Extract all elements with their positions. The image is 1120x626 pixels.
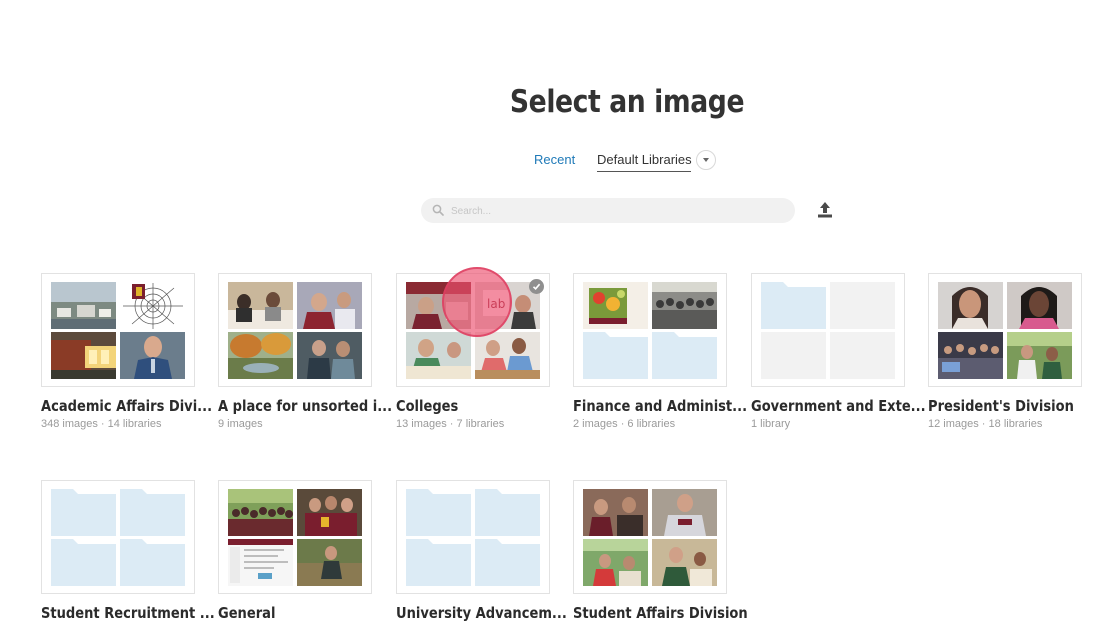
library-thumbnail[interactable] (928, 273, 1082, 387)
library-name: Colleges (396, 397, 459, 415)
thumbnail-image (938, 282, 1003, 329)
thumbnail-image (1007, 282, 1072, 329)
folder-placeholder (120, 489, 185, 536)
thumbnail-image (120, 282, 185, 329)
thumbnail-image (938, 332, 1003, 379)
library-thumbnail[interactable] (751, 273, 905, 387)
thumbnail-image (51, 282, 116, 329)
library-name: President's Division (928, 397, 1074, 415)
page-title: Select an image (509, 84, 745, 120)
library-thumbnail[interactable] (396, 480, 550, 594)
thumbnail-image (1007, 332, 1072, 379)
thumbnail-image (297, 539, 362, 586)
library-thumbnail[interactable] (218, 273, 372, 387)
checkmark-icon (529, 279, 544, 294)
library-thumbnail[interactable] (218, 480, 372, 594)
search-icon (432, 204, 444, 216)
library-meta: 1 library (751, 418, 791, 430)
folder-placeholder (761, 282, 826, 329)
thumbnail-image (51, 332, 116, 379)
library-dropdown-button[interactable] (696, 150, 716, 170)
upload-icon[interactable] (815, 200, 835, 220)
empty-placeholder (830, 332, 895, 379)
library-thumbnail[interactable] (573, 480, 727, 594)
library-thumbnail[interactable] (41, 480, 195, 594)
folder-placeholder (406, 489, 471, 536)
folder-placeholder (475, 489, 540, 536)
thumbnail-image (228, 539, 293, 586)
folder-placeholder (120, 539, 185, 586)
library-name: Student Recruitment ... (41, 604, 215, 622)
search-input[interactable] (449, 201, 783, 222)
thumbnail-image (652, 282, 717, 329)
library-name: Government and Exte... (751, 397, 926, 415)
thumbnail-image (583, 489, 648, 536)
thumbnail-image (297, 282, 362, 329)
library-name: A place for unsorted i... (218, 397, 393, 415)
library-meta: 13 images · 7 libraries (396, 418, 505, 430)
library-thumbnail[interactable] (573, 273, 727, 387)
thumbnail-image (228, 332, 293, 379)
tab-recent[interactable]: Recent (534, 152, 575, 167)
pointer-indicator (442, 267, 512, 337)
library-meta: 348 images · 14 libraries (41, 418, 162, 430)
search-bar (421, 198, 795, 223)
library-meta: 2 images · 6 libraries (573, 418, 676, 430)
thumbnail-image (652, 539, 717, 586)
thumbnail-image (583, 282, 648, 329)
folder-placeholder (583, 332, 648, 379)
library-name: University Advancem... (396, 604, 567, 622)
empty-placeholder (830, 282, 895, 329)
thumbnail-image (120, 332, 185, 379)
folder-placeholder (51, 489, 116, 536)
library-thumbnail[interactable] (41, 273, 195, 387)
empty-placeholder (761, 332, 826, 379)
library-meta: 9 images (218, 418, 263, 430)
folder-placeholder (475, 539, 540, 586)
library-name: Finance and Administ... (573, 397, 748, 415)
folder-placeholder (652, 332, 717, 379)
thumbnail-image (297, 332, 362, 379)
folder-placeholder (51, 539, 116, 586)
thumbnail-image (228, 282, 293, 329)
library-meta: 12 images · 18 libraries (928, 418, 1043, 430)
folder-placeholder (406, 539, 471, 586)
chevron-down-icon (703, 158, 709, 162)
thumbnail-image (297, 489, 362, 536)
tab-default-libraries[interactable]: Default Libraries (597, 152, 692, 172)
thumbnail-image (406, 332, 471, 379)
library-name: General (218, 604, 276, 622)
thumbnail-image (228, 489, 293, 536)
thumbnail-image (652, 489, 717, 536)
library-name: Student Affairs Division (573, 604, 748, 622)
thumbnail-image (583, 539, 648, 586)
thumbnail-image (475, 332, 540, 379)
library-name: Academic Affairs Divi... (41, 397, 213, 415)
